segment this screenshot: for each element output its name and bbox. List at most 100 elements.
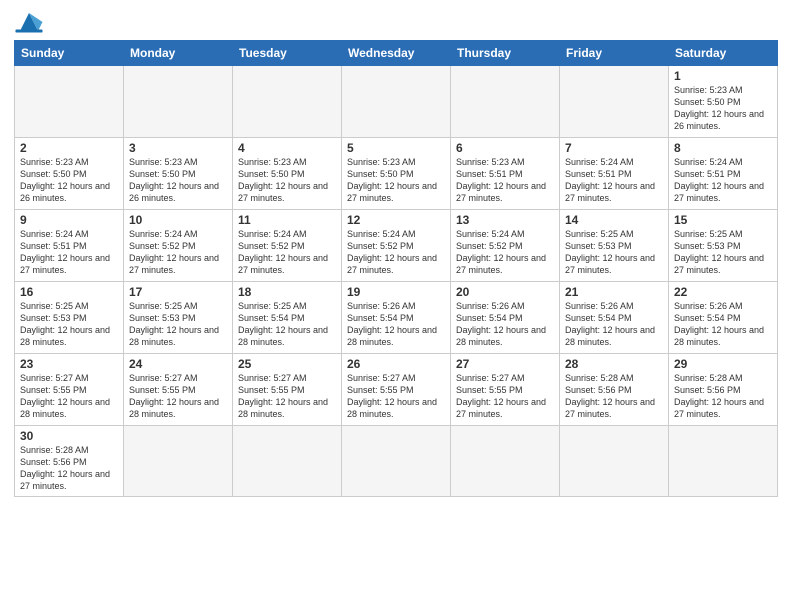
day-info: Sunrise: 5:26 AMSunset: 5:54 PMDaylight:… bbox=[565, 300, 663, 349]
calendar-cell: 14Sunrise: 5:25 AMSunset: 5:53 PMDayligh… bbox=[560, 210, 669, 282]
day-number: 23 bbox=[20, 357, 118, 371]
day-info: Sunrise: 5:24 AMSunset: 5:52 PMDaylight:… bbox=[238, 228, 336, 277]
day-info: Sunrise: 5:28 AMSunset: 5:56 PMDaylight:… bbox=[565, 372, 663, 421]
day-info: Sunrise: 5:27 AMSunset: 5:55 PMDaylight:… bbox=[238, 372, 336, 421]
day-info: Sunrise: 5:23 AMSunset: 5:50 PMDaylight:… bbox=[20, 156, 118, 205]
day-number: 11 bbox=[238, 213, 336, 227]
day-info: Sunrise: 5:24 AMSunset: 5:52 PMDaylight:… bbox=[129, 228, 227, 277]
day-info: Sunrise: 5:27 AMSunset: 5:55 PMDaylight:… bbox=[456, 372, 554, 421]
day-number: 27 bbox=[456, 357, 554, 371]
day-number: 17 bbox=[129, 285, 227, 299]
calendar-cell: 18Sunrise: 5:25 AMSunset: 5:54 PMDayligh… bbox=[233, 282, 342, 354]
calendar-cell bbox=[669, 426, 778, 497]
day-number: 28 bbox=[565, 357, 663, 371]
calendar-week-4: 16Sunrise: 5:25 AMSunset: 5:53 PMDayligh… bbox=[15, 282, 778, 354]
calendar-cell bbox=[233, 66, 342, 138]
day-info: Sunrise: 5:26 AMSunset: 5:54 PMDaylight:… bbox=[347, 300, 445, 349]
calendar-cell: 20Sunrise: 5:26 AMSunset: 5:54 PMDayligh… bbox=[451, 282, 560, 354]
calendar-cell: 13Sunrise: 5:24 AMSunset: 5:52 PMDayligh… bbox=[451, 210, 560, 282]
day-number: 10 bbox=[129, 213, 227, 227]
calendar-cell bbox=[451, 426, 560, 497]
day-number: 24 bbox=[129, 357, 227, 371]
day-info: Sunrise: 5:28 AMSunset: 5:56 PMDaylight:… bbox=[674, 372, 772, 421]
day-info: Sunrise: 5:24 AMSunset: 5:52 PMDaylight:… bbox=[347, 228, 445, 277]
calendar-cell: 7Sunrise: 5:24 AMSunset: 5:51 PMDaylight… bbox=[560, 138, 669, 210]
day-number: 4 bbox=[238, 141, 336, 155]
day-info: Sunrise: 5:25 AMSunset: 5:53 PMDaylight:… bbox=[20, 300, 118, 349]
day-number: 21 bbox=[565, 285, 663, 299]
day-number: 2 bbox=[20, 141, 118, 155]
day-info: Sunrise: 5:26 AMSunset: 5:54 PMDaylight:… bbox=[674, 300, 772, 349]
day-info: Sunrise: 5:23 AMSunset: 5:50 PMDaylight:… bbox=[238, 156, 336, 205]
day-number: 19 bbox=[347, 285, 445, 299]
calendar-cell: 28Sunrise: 5:28 AMSunset: 5:56 PMDayligh… bbox=[560, 354, 669, 426]
calendar-week-3: 9Sunrise: 5:24 AMSunset: 5:51 PMDaylight… bbox=[15, 210, 778, 282]
day-info: Sunrise: 5:24 AMSunset: 5:51 PMDaylight:… bbox=[674, 156, 772, 205]
header bbox=[14, 10, 778, 34]
calendar-week-6: 30Sunrise: 5:28 AMSunset: 5:56 PMDayligh… bbox=[15, 426, 778, 497]
weekday-header-tuesday: Tuesday bbox=[233, 41, 342, 66]
calendar-table: SundayMondayTuesdayWednesdayThursdayFrid… bbox=[14, 40, 778, 497]
calendar-cell: 27Sunrise: 5:27 AMSunset: 5:55 PMDayligh… bbox=[451, 354, 560, 426]
day-number: 16 bbox=[20, 285, 118, 299]
calendar-cell: 8Sunrise: 5:24 AMSunset: 5:51 PMDaylight… bbox=[669, 138, 778, 210]
weekday-header-sunday: Sunday bbox=[15, 41, 124, 66]
calendar-week-1: 1Sunrise: 5:23 AMSunset: 5:50 PMDaylight… bbox=[15, 66, 778, 138]
day-number: 12 bbox=[347, 213, 445, 227]
calendar-cell: 21Sunrise: 5:26 AMSunset: 5:54 PMDayligh… bbox=[560, 282, 669, 354]
day-info: Sunrise: 5:25 AMSunset: 5:53 PMDaylight:… bbox=[129, 300, 227, 349]
day-info: Sunrise: 5:27 AMSunset: 5:55 PMDaylight:… bbox=[20, 372, 118, 421]
calendar-cell bbox=[451, 66, 560, 138]
calendar-cell: 29Sunrise: 5:28 AMSunset: 5:56 PMDayligh… bbox=[669, 354, 778, 426]
calendar-cell: 10Sunrise: 5:24 AMSunset: 5:52 PMDayligh… bbox=[124, 210, 233, 282]
calendar-cell: 22Sunrise: 5:26 AMSunset: 5:54 PMDayligh… bbox=[669, 282, 778, 354]
day-info: Sunrise: 5:23 AMSunset: 5:50 PMDaylight:… bbox=[674, 84, 772, 133]
day-number: 1 bbox=[674, 69, 772, 83]
day-info: Sunrise: 5:23 AMSunset: 5:50 PMDaylight:… bbox=[347, 156, 445, 205]
day-info: Sunrise: 5:24 AMSunset: 5:51 PMDaylight:… bbox=[20, 228, 118, 277]
day-number: 20 bbox=[456, 285, 554, 299]
calendar-cell: 1Sunrise: 5:23 AMSunset: 5:50 PMDaylight… bbox=[669, 66, 778, 138]
day-info: Sunrise: 5:25 AMSunset: 5:53 PMDaylight:… bbox=[674, 228, 772, 277]
calendar-cell: 19Sunrise: 5:26 AMSunset: 5:54 PMDayligh… bbox=[342, 282, 451, 354]
weekday-header-monday: Monday bbox=[124, 41, 233, 66]
calendar-cell: 6Sunrise: 5:23 AMSunset: 5:51 PMDaylight… bbox=[451, 138, 560, 210]
day-number: 8 bbox=[674, 141, 772, 155]
calendar-cell: 30Sunrise: 5:28 AMSunset: 5:56 PMDayligh… bbox=[15, 426, 124, 497]
day-info: Sunrise: 5:25 AMSunset: 5:53 PMDaylight:… bbox=[565, 228, 663, 277]
day-number: 26 bbox=[347, 357, 445, 371]
day-number: 7 bbox=[565, 141, 663, 155]
page: SundayMondayTuesdayWednesdayThursdayFrid… bbox=[0, 0, 792, 505]
calendar-cell: 25Sunrise: 5:27 AMSunset: 5:55 PMDayligh… bbox=[233, 354, 342, 426]
weekday-header-saturday: Saturday bbox=[669, 41, 778, 66]
calendar-cell bbox=[15, 66, 124, 138]
logo-icon bbox=[14, 10, 44, 34]
logo bbox=[14, 10, 48, 34]
day-number: 13 bbox=[456, 213, 554, 227]
calendar-cell: 24Sunrise: 5:27 AMSunset: 5:55 PMDayligh… bbox=[124, 354, 233, 426]
day-info: Sunrise: 5:23 AMSunset: 5:50 PMDaylight:… bbox=[129, 156, 227, 205]
weekday-header-row: SundayMondayTuesdayWednesdayThursdayFrid… bbox=[15, 41, 778, 66]
day-number: 9 bbox=[20, 213, 118, 227]
calendar-cell: 5Sunrise: 5:23 AMSunset: 5:50 PMDaylight… bbox=[342, 138, 451, 210]
calendar-cell bbox=[560, 426, 669, 497]
calendar-cell: 4Sunrise: 5:23 AMSunset: 5:50 PMDaylight… bbox=[233, 138, 342, 210]
day-number: 22 bbox=[674, 285, 772, 299]
day-number: 5 bbox=[347, 141, 445, 155]
calendar-cell bbox=[124, 66, 233, 138]
calendar-cell: 16Sunrise: 5:25 AMSunset: 5:53 PMDayligh… bbox=[15, 282, 124, 354]
calendar-cell: 23Sunrise: 5:27 AMSunset: 5:55 PMDayligh… bbox=[15, 354, 124, 426]
calendar-cell: 17Sunrise: 5:25 AMSunset: 5:53 PMDayligh… bbox=[124, 282, 233, 354]
day-number: 3 bbox=[129, 141, 227, 155]
calendar-cell bbox=[124, 426, 233, 497]
calendar-week-5: 23Sunrise: 5:27 AMSunset: 5:55 PMDayligh… bbox=[15, 354, 778, 426]
day-number: 25 bbox=[238, 357, 336, 371]
day-number: 15 bbox=[674, 213, 772, 227]
calendar-cell bbox=[233, 426, 342, 497]
calendar-cell bbox=[342, 66, 451, 138]
calendar-cell: 2Sunrise: 5:23 AMSunset: 5:50 PMDaylight… bbox=[15, 138, 124, 210]
calendar-cell: 3Sunrise: 5:23 AMSunset: 5:50 PMDaylight… bbox=[124, 138, 233, 210]
calendar-cell bbox=[560, 66, 669, 138]
weekday-header-friday: Friday bbox=[560, 41, 669, 66]
day-info: Sunrise: 5:23 AMSunset: 5:51 PMDaylight:… bbox=[456, 156, 554, 205]
